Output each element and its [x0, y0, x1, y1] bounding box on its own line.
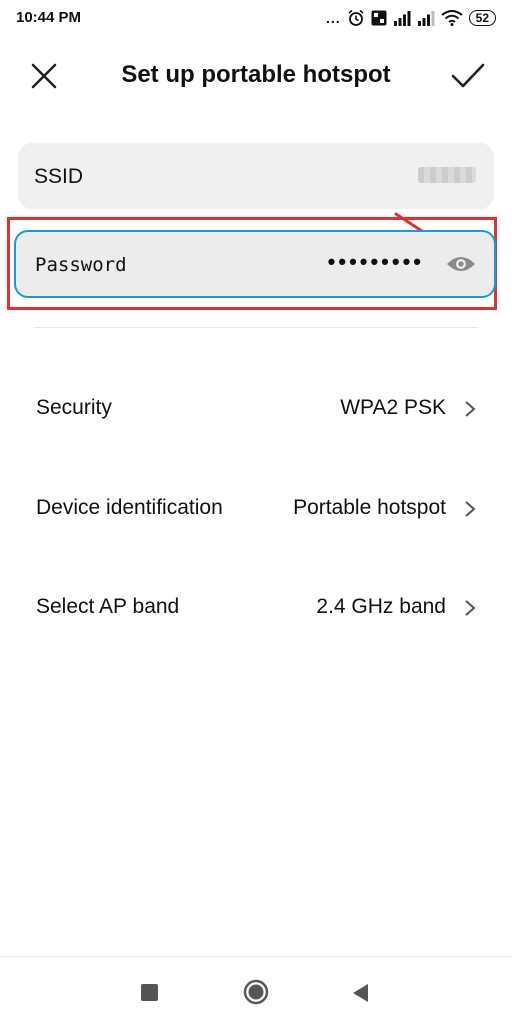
security-value: WPA2 PSK — [340, 396, 446, 419]
recents-icon[interactable] — [141, 984, 158, 1001]
device-identification-row[interactable]: Device identification Portable hotspot — [0, 480, 512, 536]
ap-band-label: Select AP band — [36, 595, 180, 618]
eye-icon[interactable] — [446, 253, 476, 275]
system-nav-bar — [0, 956, 512, 1025]
ssid-field[interactable]: SSID — [18, 143, 494, 209]
signal-icon — [393, 11, 411, 26]
check-icon — [451, 63, 485, 88]
signal-icon — [417, 11, 435, 26]
ap-band-row[interactable]: Select AP band 2.4 GHz band — [0, 579, 512, 635]
chevron-right-icon — [465, 600, 476, 616]
section-divider — [34, 327, 478, 328]
page-title: Set up portable hotspot — [121, 61, 391, 88]
alarm-icon — [348, 9, 364, 26]
password-field[interactable]: Password ••••••••• — [14, 230, 496, 298]
password-value: ••••••••• — [327, 249, 424, 274]
more-notifications-icon: ... — [325, 10, 341, 26]
ssid-label: SSID — [34, 165, 84, 188]
chevron-right-icon — [465, 501, 476, 517]
security-row[interactable]: Security WPA2 PSK — [0, 380, 512, 436]
security-label: Security — [36, 396, 112, 419]
chevron-right-icon — [465, 401, 476, 417]
wifi-icon — [441, 10, 463, 26]
password-label: Password — [35, 254, 127, 276]
ssid-value-blurred — [418, 167, 476, 183]
ap-band-value: 2.4 GHz band — [316, 595, 446, 618]
home-icon[interactable] — [243, 979, 269, 1005]
status-time: 10:44 PM — [16, 9, 82, 26]
device-identification-label: Device identification — [36, 496, 223, 519]
status-bar: 10:44 PM ... 52 — [0, 0, 512, 36]
battery-icon: 52 — [468, 10, 496, 26]
app-header: Set up portable hotspot — [0, 48, 512, 104]
back-icon[interactable] — [350, 982, 370, 1004]
volte-icon — [371, 10, 387, 26]
status-icons: ... 52 — [326, 8, 496, 28]
device-identification-value: Portable hotspot — [293, 496, 446, 519]
confirm-button[interactable] — [448, 56, 488, 96]
